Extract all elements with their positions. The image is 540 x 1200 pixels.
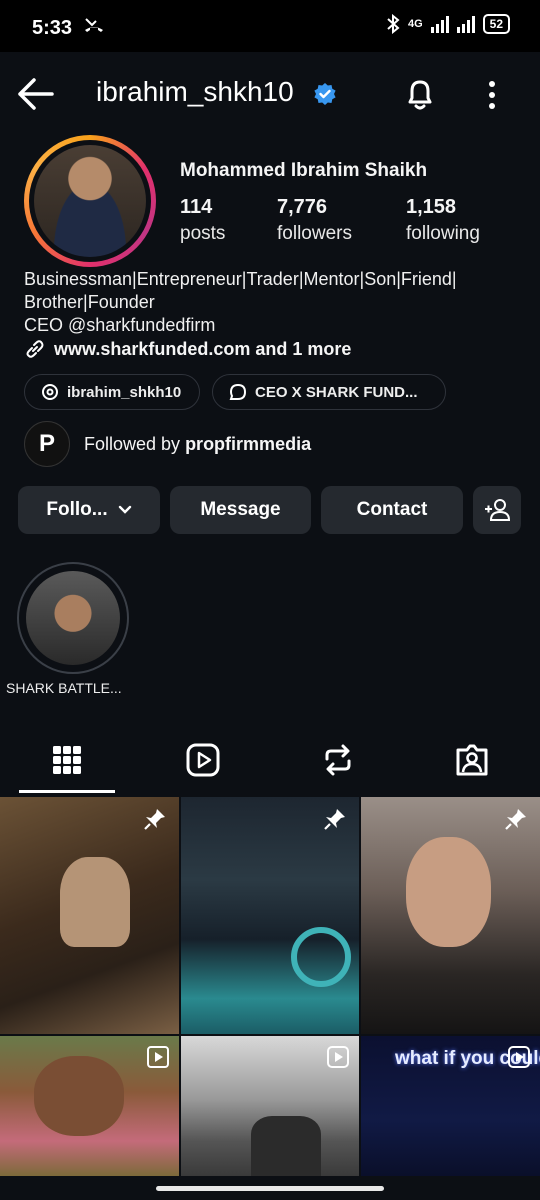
avatar-photo [34, 145, 146, 257]
followers-count[interactable]: 7,776 followers [277, 196, 352, 245]
suggested-users-button[interactable] [473, 486, 521, 534]
verified-badge-icon [313, 82, 337, 106]
back-arrow-icon[interactable] [16, 76, 56, 112]
chevron-down-icon [118, 505, 131, 514]
bio-line: Businessman|Entrepreneur|Trader|Mentor|S… [24, 269, 457, 289]
pin-icon [504, 807, 528, 831]
reels-tab[interactable] [183, 740, 223, 780]
reel-icon [327, 1046, 349, 1068]
followed-by[interactable]: P Followed by propfirmmedia [24, 421, 311, 467]
battery-icon: 52 [482, 14, 510, 34]
reposts-icon [325, 744, 351, 776]
reposts-tab[interactable] [318, 740, 358, 780]
status-icons: 4G 52 [386, 14, 510, 34]
missed-call-icon [84, 17, 104, 38]
grid-post-3[interactable] [361, 797, 540, 1034]
more-options-icon[interactable] [480, 78, 504, 112]
bio-link[interactable]: www.sharkfunded.com and 1 more [24, 338, 351, 360]
bio: Businessman|Entrepreneur|Trader|Mentor|S… [24, 268, 524, 337]
active-tab-indicator [19, 790, 115, 793]
bio-line: Brother|Founder [24, 292, 155, 312]
full-name: Mohammed Ibrahim Shaikh [180, 160, 428, 181]
signal-icon-2 [456, 15, 475, 33]
bluetooth-icon [387, 14, 400, 34]
threads-icon [42, 384, 58, 400]
following-count[interactable]: 1,158 following [406, 196, 480, 245]
status-bar: 5:33 4G 52 [0, 0, 540, 52]
profile-avatar[interactable] [24, 135, 156, 267]
header-username: ibrahim_shkh10 [96, 76, 294, 107]
follower-avatar: P [24, 421, 70, 467]
bio-mention[interactable]: CEO @sharkfundedfirm [24, 314, 524, 337]
chat-icon [229, 383, 247, 400]
posts-count[interactable]: 114 posts [180, 196, 225, 245]
network-type: 4G [407, 18, 423, 30]
add-person-icon [485, 499, 511, 521]
reel-icon [508, 1046, 530, 1068]
story-highlight[interactable] [17, 562, 129, 674]
grid-post-5[interactable] [181, 1036, 359, 1176]
status-time: 5:33 [32, 17, 73, 39]
tagged-icon [456, 744, 488, 776]
home-indicator [156, 1186, 384, 1191]
grid-post-1[interactable] [0, 797, 179, 1034]
carousel-icon [147, 1046, 169, 1068]
reels-icon [186, 743, 220, 777]
link-icon [26, 340, 44, 358]
message-button[interactable]: Message [170, 486, 311, 534]
grid-tab[interactable] [47, 740, 87, 780]
link-text: www.sharkfunded.com and 1 more [54, 338, 352, 359]
contact-button[interactable]: Contact [321, 486, 463, 534]
signal-icon [430, 15, 449, 33]
grid-post-4[interactable] [0, 1036, 179, 1176]
following-dropdown-button[interactable]: Follo... [18, 486, 160, 534]
grid-post-2[interactable] [181, 797, 359, 1034]
pin-icon [143, 807, 167, 831]
profile-header: ibrahim_shkh10 [0, 52, 540, 136]
highlight-cover [26, 571, 120, 665]
grid-post-6[interactable]: what if you could trade today [361, 1036, 540, 1176]
channel-chip[interactable]: CEO X SHARK FUND... [212, 374, 446, 410]
highlight-label: SHARK BATTLE... [6, 680, 122, 696]
grid-icon [53, 746, 81, 774]
pin-icon [323, 807, 347, 831]
notification-bell-icon[interactable] [402, 76, 438, 112]
threads-chip[interactable]: ibrahim_shkh10 [24, 374, 200, 410]
tagged-tab[interactable] [452, 740, 492, 780]
